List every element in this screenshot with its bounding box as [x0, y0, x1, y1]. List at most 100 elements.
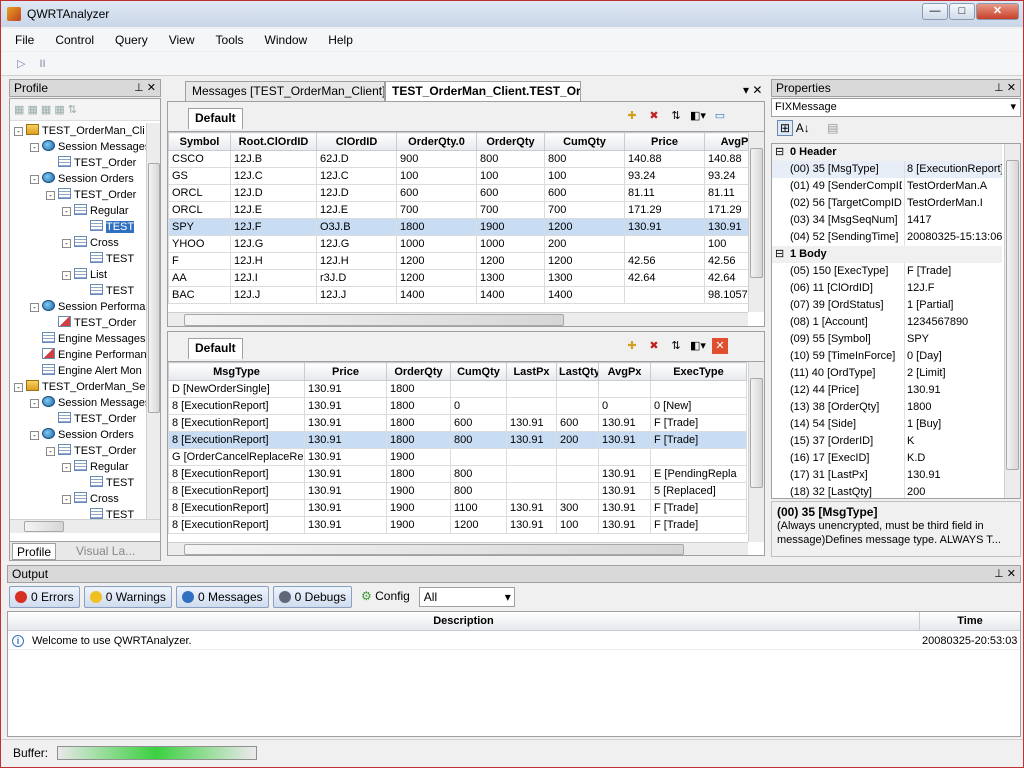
table-row[interactable]: 8 [ExecutionReport] 130.91 1900 1100 130.91 3… [168, 499, 747, 517]
expander-icon[interactable]: - [62, 239, 71, 248]
expander-icon[interactable]: - [30, 143, 39, 152]
property-value[interactable]: 200 [904, 484, 1002, 498]
bottom-grid-tab-default[interactable]: Default [188, 338, 243, 359]
output-filter-button[interactable]: 0 Debugs [272, 586, 353, 608]
tree-item[interactable]: TEST [78, 475, 134, 491]
property-vscroll-thumb[interactable] [1006, 160, 1019, 470]
top-grid-vscroll[interactable] [748, 132, 764, 312]
property-row[interactable]: (12) 44 [Price] 130.91 [772, 382, 1002, 399]
export-icon[interactable]: ◧▾ [690, 108, 706, 124]
table-row[interactable]: SPY 12J.F O3J.B 1800 1900 1200 130.91 130.91 [168, 218, 764, 236]
column-header[interactable]: Symbol [168, 132, 231, 151]
property-row[interactable]: (01) 49 [SenderCompID] TestOrderMan.A [772, 178, 1002, 195]
table-row[interactable]: F 12J.H 12J.H 1200 1200 1200 42.56 42.56 [168, 252, 764, 270]
maximize-button[interactable]: □ [949, 3, 975, 20]
property-pages-icon[interactable]: ▤ [827, 121, 838, 135]
table-row[interactable]: 8 [ExecutionReport] 130.91 1900 800 130.91 5 … [168, 482, 747, 500]
property-row[interactable]: (07) 39 [OrdStatus] 1 [Partial] [772, 297, 1002, 314]
table-row[interactable]: BAC 12J.J 12J.J 1400 1400 1400 98.1057 [168, 286, 764, 304]
table-row[interactable]: 8 [ExecutionReport] 130.91 1800 800 130.91 20… [168, 431, 747, 449]
table-row[interactable]: 8 [ExecutionReport] 130.91 1900 1200 130.91 1… [168, 516, 747, 534]
column-header[interactable]: AvgPx [598, 362, 651, 381]
table-row[interactable]: YHOO 12J.G 12J.G 1000 1000 200 100 [168, 235, 764, 253]
property-row[interactable]: (06) 11 [ClOrdID] 12J.F [772, 280, 1002, 297]
pin-icon[interactable]: ⊥ ✕ [134, 80, 156, 96]
column-header[interactable]: OrderQty [386, 362, 451, 381]
column-header[interactable]: CumQty [450, 362, 507, 381]
play-icon[interactable]: ▷ [17, 57, 25, 70]
output-col-time[interactable]: Time [920, 612, 1020, 630]
bottom-grid-hscroll[interactable] [168, 542, 748, 555]
bottom-grid-vscroll-thumb[interactable] [750, 378, 763, 488]
property-row[interactable]: (16) 17 [ExecID] K.D [772, 450, 1002, 467]
top-grid-hscroll[interactable] [168, 312, 748, 326]
property-row[interactable]: (00) 35 [MsgType] 8 [ExecutionReport] [772, 161, 1002, 178]
table-row[interactable]: CSCO 12J.B 62J.D 900 800 800 140.88 140.88 [168, 150, 764, 168]
property-value[interactable]: K.D [904, 450, 1002, 467]
pin-icon[interactable]: ⊥ ✕ [994, 566, 1016, 582]
output-filter-select[interactable]: All ▾ [418, 587, 515, 607]
property-value[interactable]: TestOrderMan.I [904, 195, 1002, 212]
menu-control[interactable]: Control [55, 33, 94, 47]
remove-filter-icon[interactable]: ✖ [646, 108, 662, 124]
property-value[interactable]: 1800 [904, 399, 1002, 416]
property-row[interactable]: (04) 52 [SendingTime] 20080325-15:13:06 [772, 229, 1002, 246]
property-value[interactable]: 8 [ExecutionReport] [904, 161, 1002, 178]
bottom-grid-vscroll[interactable] [748, 362, 764, 542]
property-value[interactable]: SPY [904, 331, 1002, 348]
property-row[interactable]: (13) 38 [OrderQty] 1800 [772, 399, 1002, 416]
top-grid-tab-default[interactable]: Default [188, 108, 243, 129]
menu-query[interactable]: Query [115, 33, 148, 47]
property-value[interactable]: K [904, 433, 1002, 450]
property-value[interactable]: 130.91 [904, 467, 1002, 484]
expander-icon[interactable]: - [14, 127, 23, 136]
column-header[interactable]: ClOrdID [316, 132, 397, 151]
expander-icon[interactable]: - [30, 175, 39, 184]
expander-icon[interactable]: - [46, 191, 55, 200]
tree-item[interactable]: - Session Orders [30, 427, 134, 443]
pause-icon[interactable]: II [39, 58, 45, 70]
column-header[interactable]: OrderQty.0 [396, 132, 477, 151]
property-row[interactable]: (11) 40 [OrdType] 2 [Limit] [772, 365, 1002, 382]
sort-az-icon[interactable]: A↓ [796, 121, 810, 135]
document-tab[interactable]: TEST_OrderMan_Client.TEST_Order [385, 81, 581, 102]
tree-item[interactable]: TEST_Order [46, 315, 136, 331]
properties-object-select[interactable]: FIXMessage ▾ [771, 98, 1021, 117]
property-row[interactable]: (08) 1 [Account] 1234567890 [772, 314, 1002, 331]
top-grid-hscroll-thumb[interactable] [184, 314, 564, 326]
property-value[interactable]: 0 [Day] [904, 348, 1002, 365]
property-value[interactable]: F [Trade] [904, 263, 1002, 280]
column-header[interactable]: Price [624, 132, 705, 151]
remove-filter-icon[interactable]: ✖ [646, 338, 662, 354]
output-filter-button[interactable]: 0 Errors [9, 586, 80, 608]
property-row[interactable]: (03) 34 [MsgSeqNum] 1417 [772, 212, 1002, 229]
tree-item[interactable]: TEST [78, 251, 134, 267]
tree-item[interactable]: - Regular [62, 203, 129, 219]
menu-help[interactable]: Help [328, 33, 353, 47]
expander-icon[interactable]: - [62, 207, 71, 216]
tree-item[interactable]: - TEST_Order [46, 443, 136, 459]
tree-item[interactable]: TEST_Order [46, 411, 136, 427]
property-row[interactable]: (17) 31 [LastPx] 130.91 [772, 467, 1002, 484]
categorized-icon[interactable]: ⊞ [777, 120, 794, 136]
column-header[interactable]: LastQty [556, 362, 599, 381]
tree-item[interactable]: - List [62, 267, 107, 283]
property-row[interactable]: (05) 150 [ExecType] F [Trade] [772, 263, 1002, 280]
tree-item[interactable]: - Cross [62, 491, 119, 507]
profile-bottom-tab[interactable]: Profile [12, 543, 57, 560]
property-value[interactable]: 12J.F [904, 280, 1002, 297]
property-row[interactable]: (18) 32 [LastQty] 200 [772, 484, 1002, 498]
table-row[interactable]: ORCL 12J.E 12J.E 700 700 700 171.29 171.29 [168, 201, 764, 219]
menu-tools[interactable]: Tools [216, 33, 244, 47]
expander-icon[interactable]: - [62, 495, 71, 504]
top-grid-vscroll-thumb[interactable] [750, 148, 763, 278]
property-value[interactable]: 130.91 [904, 382, 1002, 399]
tree-item[interactable]: - TEST_OrderMan_Se [14, 379, 145, 395]
output-col-description[interactable]: Description [8, 612, 920, 630]
collapse-icon[interactable]: ⊟ [775, 144, 784, 161]
expander-icon[interactable]: - [30, 303, 39, 312]
table-row[interactable]: GS 12J.C 12J.C 100 100 100 93.24 93.24 [168, 167, 764, 185]
property-category[interactable]: ⊟ 0 Header [772, 144, 1002, 161]
property-row[interactable]: (15) 37 [OrderID] K [772, 433, 1002, 450]
table-row[interactable]: 8 [ExecutionReport] 130.91 1800 800 130.91 E … [168, 465, 747, 483]
